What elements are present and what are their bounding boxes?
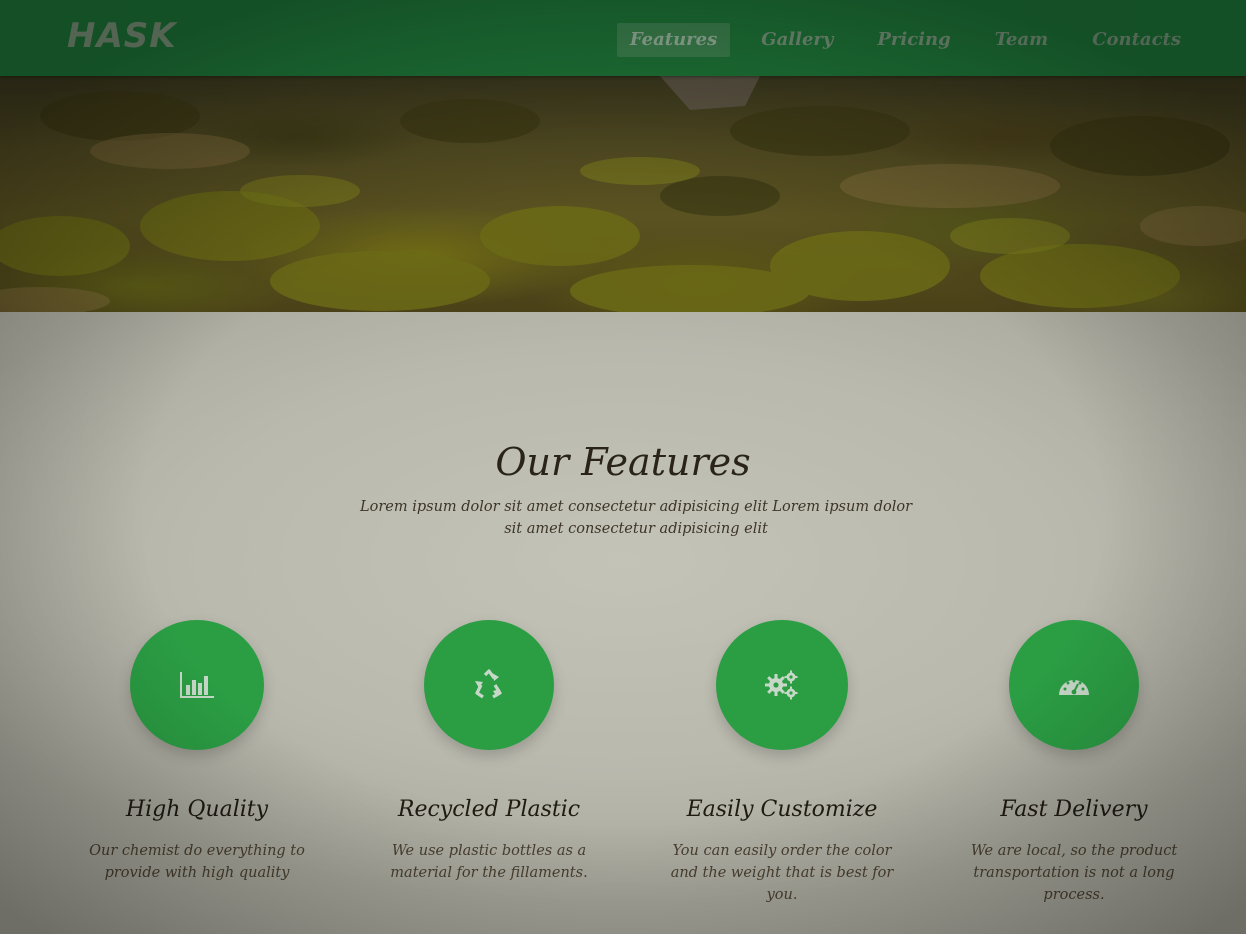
feature-title: Easily Customize: [686, 797, 878, 822]
bar-chart-icon: [180, 672, 214, 698]
feature-title: Recycled Plastic: [397, 797, 581, 822]
feature-card-high-quality: High Quality Our chemist do everything t…: [57, 620, 337, 884]
feature-icon-circle: [716, 620, 848, 750]
nav-link-team[interactable]: Team: [982, 23, 1062, 57]
feature-card-recycled-plastic: Recycled Plastic We use plastic bottles …: [349, 620, 629, 884]
feature-card-easily-customize: Easily Customize You can easily order th…: [642, 620, 922, 906]
section-subtitle: Lorem ipsum dolor sit amet consectetur a…: [359, 499, 913, 537]
section-title: Our Features: [495, 440, 751, 484]
feature-description: You can easily order the color and the w…: [670, 843, 894, 903]
nav-links: Features Gallery Pricing Team Contacts: [599, 23, 1194, 57]
feature-icon-circle: [130, 620, 264, 750]
feature-title: High Quality: [125, 797, 269, 822]
feature-card-fast-delivery: Fast Delivery We are local, so the produ…: [934, 620, 1214, 906]
gears-icon: [765, 670, 798, 700]
features-section: Our Features Lorem ipsum dolor sit amet …: [0, 312, 1246, 934]
nav-link-gallery[interactable]: Gallery: [748, 23, 846, 57]
hero-landscape-image: [0, 76, 1246, 312]
feature-icon-circle: [1009, 620, 1139, 750]
hero-image: [0, 76, 1246, 312]
nav-link-pricing[interactable]: Pricing: [864, 23, 963, 57]
nav-link-features[interactable]: Features: [616, 23, 731, 57]
feature-title: Fast Delivery: [1000, 797, 1148, 822]
feature-description: We use plastic bottles as a material for…: [390, 843, 588, 881]
feature-description: We are local, so the product transportat…: [970, 843, 1178, 903]
feature-icon-circle: [424, 620, 554, 750]
recycle-icon: [475, 669, 502, 699]
nav-link-contacts[interactable]: Contacts: [1079, 23, 1194, 57]
feature-description: Our chemist do everything to provide wit…: [89, 843, 305, 881]
speedometer-icon: [1059, 679, 1089, 695]
brand-logo[interactable]: HASK: [67, 16, 177, 56]
navbar: HASK Features Gallery Pricing Team Conta…: [0, 0, 1246, 76]
